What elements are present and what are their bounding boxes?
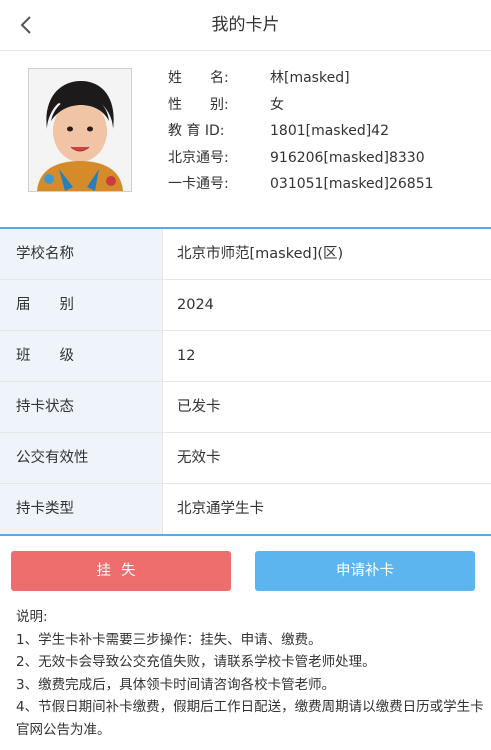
- row-label: 持卡状态: [0, 382, 163, 432]
- page-title: 我的卡片: [211, 15, 280, 35]
- section-divider: [0, 534, 491, 536]
- table-row: 班 级 12: [0, 331, 491, 382]
- row-value: 北京市师范[masked](区): [177, 246, 344, 262]
- field-beijing-card: 北京通号: 916206[masked]8330: [168, 149, 425, 166]
- row-value: 12: [177, 348, 196, 364]
- profile-card: 姓 名: 林[masked] 性 别: 女 教 育 ID: 1801[masked]4…: [0, 51, 491, 229]
- table-row: 学校名称 北京市师范[masked](区): [0, 229, 491, 280]
- table-row: 持卡类型 北京通学生卡: [0, 484, 491, 534]
- profile-info: 姓 名: 林[masked] 性 别: 女 教 育 ID: 1801[masked]4…: [168, 65, 434, 198]
- field-name: 姓 名: 林[masked]: [168, 70, 350, 86]
- field-education-id: 教 育 ID: 1801[masked]42: [168, 123, 389, 139]
- row-label: 班 级: [0, 331, 163, 381]
- note-line: 4、节假日期间补卡缴费，假期后工作日配送，缴费周期请以缴费日历或学生卡官网公告为…: [16, 699, 484, 738]
- table-row: 届 别 2024: [0, 280, 491, 331]
- row-label: 届 别: [0, 280, 163, 330]
- table-row: 持卡状态 已发卡: [0, 382, 491, 433]
- instructions: 说明: 1、学生卡补卡需要三步操作：挂失、申请、缴费。 2、无效卡会导致公交充值…: [16, 606, 486, 741]
- note-line: 2、无效卡会导致公交充值失败，请联系学校卡管老师处理。: [16, 654, 376, 670]
- row-label: 公交有效性: [0, 433, 163, 483]
- field-yikatong: 一卡通号: 031051[masked]26851: [168, 176, 434, 192]
- row-value: 已发卡: [177, 399, 221, 415]
- row-value: 2024: [177, 297, 214, 313]
- notes-heading: 说明:: [16, 609, 48, 625]
- details-table: 学校名称 北京市师范[masked](区) 届 别 2024 班 级 12 持卡状态已…: [0, 229, 491, 534]
- table-row: 公交有效性 无效卡: [0, 433, 491, 484]
- note-line: 3、缴费完成后，具体领卡时间请咨询各校卡管老师。: [16, 676, 336, 693]
- note-line: 1、学生卡补卡需要三步操作：挂失、申请、缴费。: [16, 631, 322, 648]
- report-loss-button[interactable]: 挂失: [11, 551, 231, 591]
- row-label: 持卡类型: [0, 484, 163, 534]
- apply-replacement-button[interactable]: 申请补卡: [255, 551, 475, 591]
- row-value: 北京通学生卡: [177, 501, 264, 517]
- row-label: 学校名称: [0, 229, 163, 279]
- field-gender: 性 别: 女: [168, 96, 284, 113]
- app-header: 我的卡片: [0, 0, 491, 51]
- row-value: 无效卡: [177, 450, 221, 466]
- student-photo: [28, 68, 132, 192]
